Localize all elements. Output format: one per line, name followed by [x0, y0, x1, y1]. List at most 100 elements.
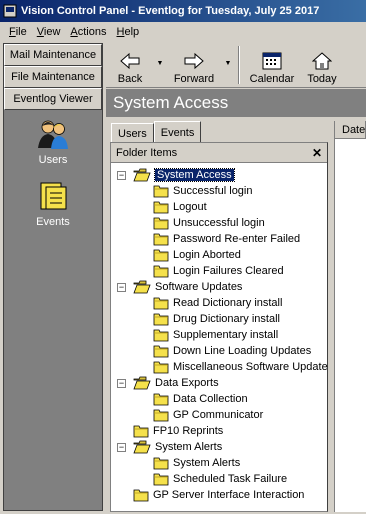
folder-open-icon	[133, 168, 155, 182]
sidebar-button-file-maintenance[interactable]: File Maintenance	[4, 66, 102, 88]
sidebar-item-events-label: Events	[36, 216, 70, 228]
menu-view[interactable]: View	[32, 26, 66, 38]
tab-events[interactable]: Events	[153, 121, 202, 143]
folder-icon	[153, 296, 173, 310]
users-icon	[38, 120, 68, 149]
tree-folder[interactable]: Software Updates	[133, 279, 242, 295]
tree-subfolder[interactable]: Successful login	[153, 183, 253, 199]
tree-subfolder[interactable]: Scheduled Task Failure	[153, 471, 287, 487]
tree-subfolder[interactable]: Logout	[153, 199, 207, 215]
sidebar-button-eventlog-viewer[interactable]: Eventlog Viewer	[4, 88, 102, 110]
tree-folder[interactable]: System Alerts	[133, 439, 222, 455]
today-button[interactable]: Today	[300, 43, 344, 88]
tree-item-label: Successful login	[173, 185, 253, 197]
folder-icon	[153, 264, 173, 278]
folder-panel-title: Folder Items	[116, 146, 178, 159]
events-icon	[40, 182, 67, 210]
folder-icon	[153, 248, 173, 262]
tree-item-label: Password Re-enter Failed	[173, 233, 301, 245]
back-dropdown[interactable]: ▼	[154, 43, 166, 87]
tree-expander[interactable]: −	[117, 443, 126, 452]
home-icon	[312, 52, 332, 70]
tree-expander[interactable]: −	[117, 283, 126, 292]
tree-expander[interactable]: −	[117, 171, 126, 180]
tree-folder[interactable]: FP10 Reprints	[133, 423, 223, 439]
title-bar: Vision Control Panel - Eventlog for Tues…	[0, 0, 366, 22]
calendar-label: Calendar	[249, 73, 295, 85]
tree-item-label: System Alerts	[173, 457, 241, 469]
folder-icon	[153, 328, 173, 342]
tree-folder[interactable]: Data Exports	[133, 375, 219, 391]
tree-item-label: Login Aborted	[173, 249, 241, 261]
folder-icon	[153, 344, 173, 358]
back-label: Back	[117, 73, 143, 85]
tree-item-label: Data Collection	[173, 393, 248, 405]
menu-bar: File View Actions Help	[0, 22, 366, 41]
window-title: Vision Control Panel - Eventlog for Tues…	[21, 5, 320, 17]
tree-item-label: Read Dictionary install	[173, 297, 283, 309]
column-header-date[interactable]: Date	[335, 121, 366, 139]
tree-item-label: Scheduled Task Failure	[173, 473, 288, 485]
tree-folder[interactable]: System Access	[133, 167, 235, 183]
tree-subfolder[interactable]: Read Dictionary install	[153, 295, 282, 311]
tree-expander[interactable]: −	[117, 379, 126, 388]
tree-subfolder[interactable]: Supplementary install	[153, 327, 278, 343]
app-icon	[3, 4, 17, 18]
forward-dropdown[interactable]: ▼	[222, 43, 234, 87]
tree-item-label: Logout	[173, 201, 207, 213]
tree-subfolder[interactable]: GP Communicator	[153, 407, 263, 423]
tree-item-label: Data Exports	[155, 377, 219, 389]
tree-item-label: System Alerts	[155, 441, 223, 453]
tree-item-label: Down Line Loading Updates	[173, 345, 312, 357]
folder-panel-header: Folder Items ✕	[111, 143, 327, 163]
menu-actions[interactable]: Actions	[65, 26, 111, 38]
sidebar: Mail Maintenance File Maintenance Eventl…	[3, 43, 103, 511]
tab-strip: Users Events	[111, 121, 202, 143]
tree-item-label: Supplementary install	[173, 329, 279, 341]
tree-folder[interactable]: GP Server Interface Interaction	[133, 487, 304, 503]
folder-icon	[153, 232, 173, 246]
folder-icon	[153, 392, 173, 406]
forward-button[interactable]: Forward	[166, 43, 222, 88]
arrow-right-icon	[184, 52, 204, 70]
tree-subfolder[interactable]: Login Failures Cleared	[153, 263, 284, 279]
sidebar-item-users-label: Users	[38, 154, 68, 166]
toolbar: Back ▼ Forward ▼ Calendar Today	[106, 43, 366, 88]
menu-help[interactable]: Help	[112, 26, 145, 38]
tree-subfolder[interactable]: Login Aborted	[153, 247, 241, 263]
tree-subfolder[interactable]: System Alerts	[153, 455, 240, 471]
close-icon[interactable]: ✕	[312, 146, 322, 160]
folder-icon	[153, 312, 173, 326]
tree-item-label: FP10 Reprints	[153, 425, 224, 437]
chevron-down-icon: ▼	[224, 60, 232, 67]
tab-users[interactable]: Users	[111, 123, 154, 143]
calendar-button[interactable]: Calendar	[244, 43, 300, 88]
sidebar-item-users[interactable]: Users	[4, 118, 102, 166]
folder-open-icon	[133, 440, 155, 454]
tree-subfolder[interactable]: Data Collection	[153, 391, 248, 407]
folder-open-icon	[133, 280, 155, 294]
tree-subfolder[interactable]: Down Line Loading Updates	[153, 343, 311, 359]
folder-icon	[153, 360, 173, 374]
folder-icon	[153, 472, 173, 486]
tree-subfolder[interactable]: Password Re-enter Failed	[153, 231, 300, 247]
sidebar-button-mail-maintenance[interactable]: Mail Maintenance	[4, 44, 102, 66]
tree-subfolder[interactable]: Drug Dictionary install	[153, 311, 280, 327]
tree-subfolder[interactable]: Unsuccessful login	[153, 215, 265, 231]
menu-file[interactable]: File	[4, 26, 32, 38]
folder-icon	[133, 488, 153, 502]
tree-item-label: GP Server Interface Interaction	[153, 489, 305, 501]
back-button[interactable]: Back	[106, 43, 154, 88]
chevron-down-icon: ▼	[156, 60, 164, 67]
tree-item-label: Miscellaneous Software Updates	[173, 361, 334, 373]
folder-icon	[153, 216, 173, 230]
tree-subfolder[interactable]: Miscellaneous Software Updates	[153, 359, 333, 375]
forward-label: Forward	[173, 73, 215, 85]
tree-item-label: Software Updates	[155, 281, 243, 293]
sidebar-item-events[interactable]: Events	[4, 180, 102, 228]
toolbar-separator	[238, 46, 240, 84]
calendar-icon	[262, 52, 282, 70]
event-list: Date	[334, 121, 366, 512]
tree-item-label: GP Communicator	[173, 409, 264, 421]
folder-icon	[153, 184, 173, 198]
